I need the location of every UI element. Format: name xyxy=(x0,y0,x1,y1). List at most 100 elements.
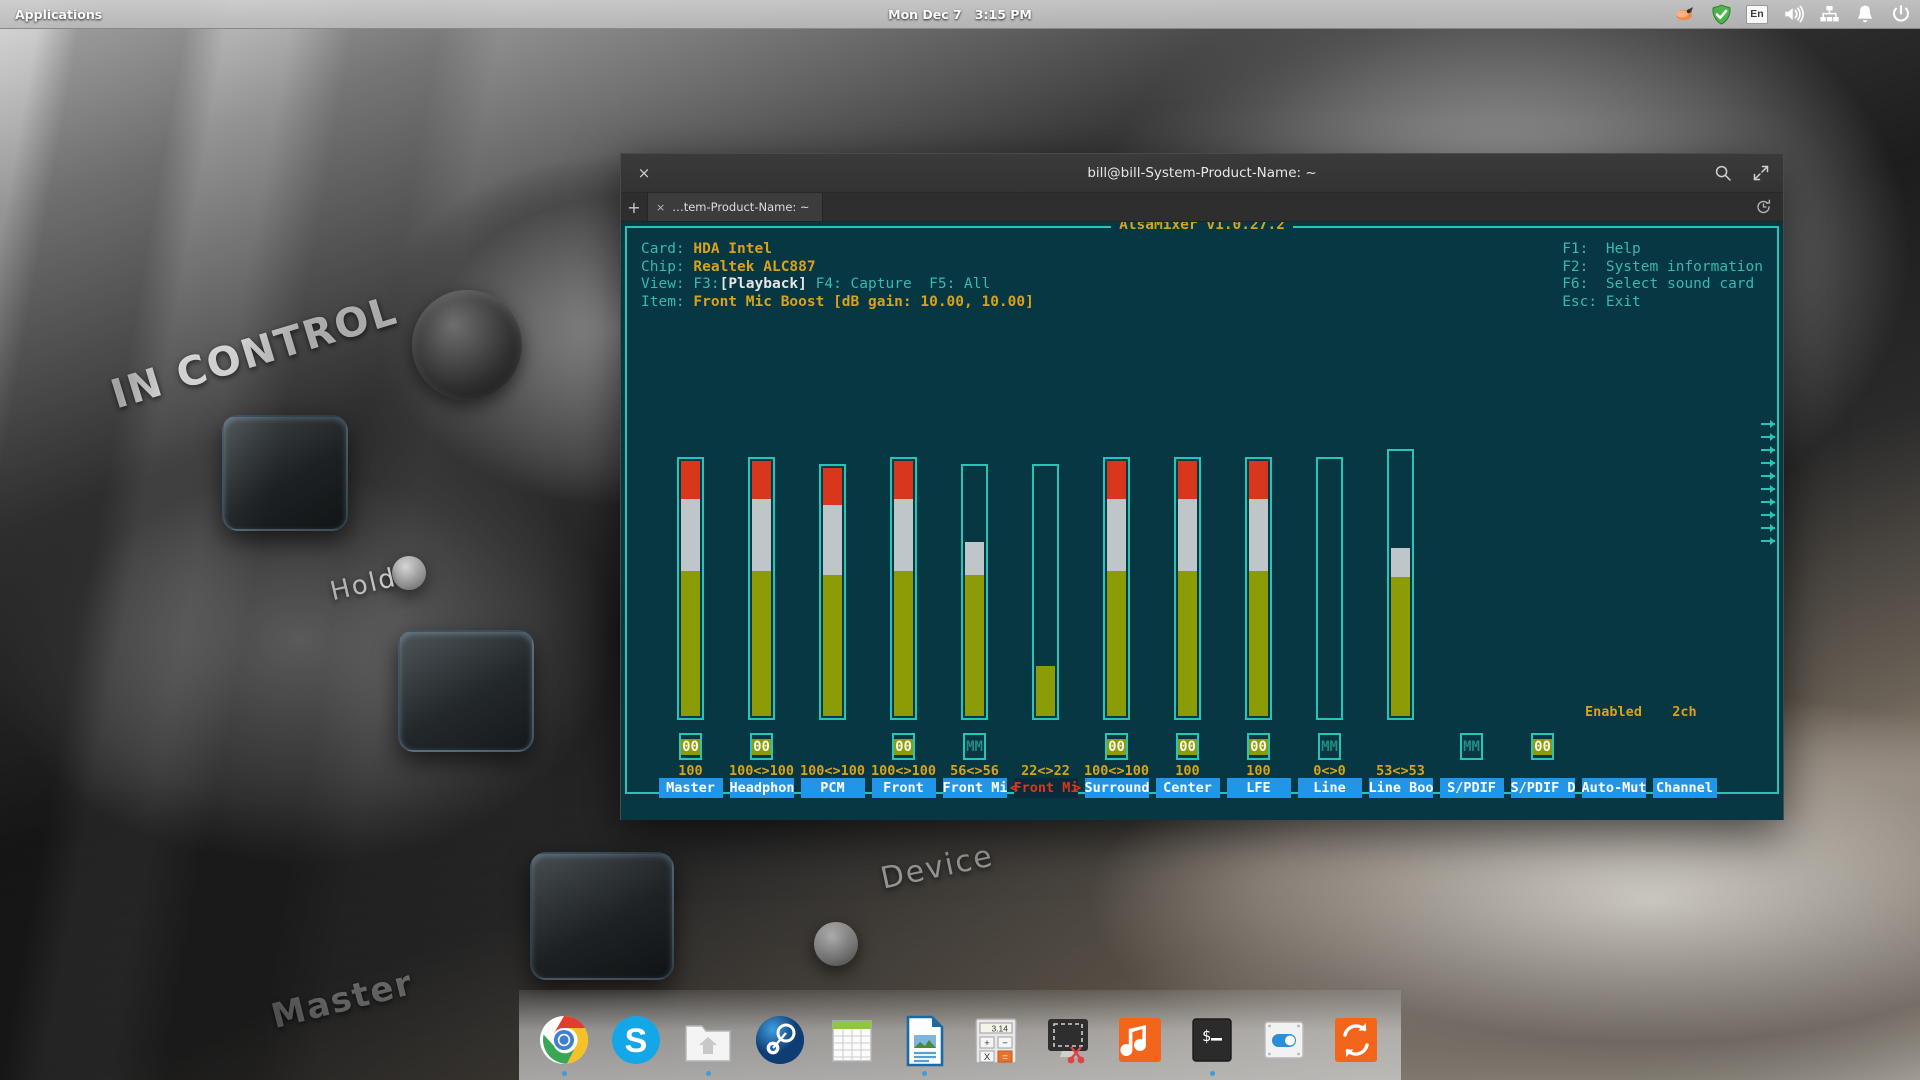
chip-value: Realtek ALC887 xyxy=(693,258,816,275)
view-f3-key[interactable]: F3: xyxy=(693,276,719,292)
unmute-indicator[interactable]: 00 xyxy=(679,733,702,760)
help-row[interactable]: F6: Select sound card xyxy=(1562,276,1763,294)
window-close-button[interactable]: × xyxy=(633,162,655,184)
network-icon[interactable] xyxy=(1818,3,1840,25)
mixer-strip[interactable]: 00 100 Center xyxy=(1152,378,1223,798)
card-key: Card: xyxy=(641,241,685,257)
dock-item-music-player[interactable] xyxy=(1109,1006,1171,1076)
volume-segment-grey xyxy=(965,542,984,575)
help-row[interactable]: F2: System information xyxy=(1562,259,1763,277)
keyboard-layout-icon[interactable]: En xyxy=(1746,4,1768,24)
volume-bar[interactable] xyxy=(1174,457,1201,720)
dock-item-chrome[interactable] xyxy=(533,1006,595,1076)
clock[interactable]: Mon Dec 7 3:15 PM xyxy=(888,7,1032,22)
volume-segment-grey xyxy=(1249,499,1268,571)
strip-label[interactable]: LFE xyxy=(1226,778,1291,798)
dock-item-terminal[interactable]: $ xyxy=(1181,1006,1243,1076)
mixer-strip[interactable]: MM 0<>0 Line xyxy=(1294,378,1365,798)
search-icon[interactable] xyxy=(1713,163,1733,183)
volume-bar[interactable] xyxy=(677,457,704,720)
tab-close-icon[interactable]: × xyxy=(656,201,665,214)
strip-label[interactable]: Master xyxy=(658,778,723,798)
mute-state-label: MM xyxy=(1321,738,1338,755)
strip-label[interactable]: Surround xyxy=(1084,778,1149,798)
view-key: View: xyxy=(641,276,685,292)
strip-label[interactable]: PCM xyxy=(800,778,865,798)
mixer-strip[interactable]: 00 100 Master xyxy=(655,378,726,798)
strip-label[interactable]: Line xyxy=(1297,778,1362,798)
mixer-strip[interactable]: 00 100<>100 Front xyxy=(868,378,939,798)
dock-item-spreadsheet[interactable] xyxy=(821,1006,883,1076)
terminal-tab[interactable]: × …tem-Product-Name: ~ xyxy=(647,193,823,221)
mixer-strip[interactable]: 00 100 LFE xyxy=(1223,378,1294,798)
strip-label[interactable]: Line Boo xyxy=(1368,778,1433,798)
unmute-indicator[interactable]: 00 xyxy=(1105,733,1128,760)
view-f5-all[interactable]: F5: All xyxy=(929,276,990,292)
unmute-indicator[interactable]: 00 xyxy=(1531,733,1554,760)
help-row[interactable]: F1: Help xyxy=(1562,241,1763,259)
strip-value: 100<>100 xyxy=(1083,763,1150,779)
mute-indicator[interactable]: MM xyxy=(1318,733,1341,760)
volume-bar[interactable] xyxy=(819,464,846,720)
fullscreen-icon[interactable] xyxy=(1751,163,1771,183)
mixer-strip[interactable]: MM 56<>56 Front Mi xyxy=(939,378,1010,798)
scale-tick xyxy=(1761,524,1775,532)
wallpaper-text-master: Master xyxy=(267,963,418,1037)
mixer-strip[interactable]: 2ch Channel xyxy=(1649,378,1720,798)
mixer-strip[interactable]: 22<>22 Front Mi < > xyxy=(1010,378,1081,798)
mixer-strip[interactable]: MM S/PDIF xyxy=(1436,378,1507,798)
strip-label[interactable]: S/PDIF xyxy=(1439,778,1504,798)
mixer-strip[interactable]: 00 100<>100 Headphon xyxy=(726,378,797,798)
mute-indicator[interactable]: MM xyxy=(963,733,986,760)
strip-label[interactable]: Headphon xyxy=(729,778,794,798)
scale-tick xyxy=(1761,420,1775,428)
strip-label[interactable]: S/PDIF D xyxy=(1510,778,1575,798)
volume-bar[interactable] xyxy=(1316,457,1343,720)
new-tab-button[interactable]: + xyxy=(621,193,647,221)
shield-check-icon[interactable] xyxy=(1710,3,1732,25)
strip-label[interactable]: Center xyxy=(1155,778,1220,798)
mute-indicator[interactable]: MM xyxy=(1460,733,1483,760)
mixer-strip[interactable]: 53<>53 Line Boo xyxy=(1365,378,1436,798)
dock-item-software-updater[interactable] xyxy=(1325,1006,1387,1076)
dock-item-steam[interactable] xyxy=(749,1006,811,1076)
volume-bar-track xyxy=(1320,461,1339,716)
volume-bar[interactable] xyxy=(1032,464,1059,720)
help-row[interactable]: Esc: Exit xyxy=(1562,294,1763,312)
strip-label[interactable]: Front Mi xyxy=(942,778,1007,798)
strip-label[interactable]: Channel xyxy=(1652,778,1717,798)
dock-item-calculator[interactable]: 3.14 + − X = xyxy=(965,1006,1027,1076)
view-f4-capture[interactable]: F4: Capture xyxy=(816,276,912,292)
top-panel: Applications Mon Dec 7 3:15 PM En xyxy=(0,0,1920,29)
unmute-indicator[interactable]: 00 xyxy=(1176,733,1199,760)
mixer-strip[interactable]: 00 100<>100 Surround xyxy=(1081,378,1152,798)
firefox-tray-icon[interactable] xyxy=(1674,3,1696,25)
strip-label[interactable]: Front xyxy=(871,778,936,798)
mixer-strip[interactable]: 100<>100 PCM xyxy=(797,378,868,798)
volume-bar[interactable] xyxy=(1245,457,1272,720)
volume-icon[interactable] xyxy=(1782,3,1804,25)
dock-item-skype[interactable]: S xyxy=(605,1006,667,1076)
volume-bar[interactable] xyxy=(1387,449,1414,720)
unmute-indicator[interactable]: 00 xyxy=(750,733,773,760)
dock-item-libreoffice-writer[interactable] xyxy=(893,1006,955,1076)
reload-icon[interactable] xyxy=(1756,199,1771,215)
volume-bar[interactable] xyxy=(1103,457,1130,720)
dock-item-screenshot[interactable] xyxy=(1037,1006,1099,1076)
power-icon[interactable] xyxy=(1890,3,1912,25)
dock-item-file-manager[interactable] xyxy=(677,1006,739,1076)
terminal-body[interactable]: AlsaMixer v1.0.27.2 Card: HDA Intel Chip… xyxy=(621,222,1783,820)
notification-bell-icon[interactable] xyxy=(1854,3,1876,25)
volume-bar[interactable] xyxy=(890,457,917,720)
mixer-strip[interactable]: Enabled Auto-Mut xyxy=(1578,378,1649,798)
mixer-strip[interactable]: 00 S/PDIF D xyxy=(1507,378,1578,798)
applications-menu-button[interactable]: Applications xyxy=(8,4,109,25)
unmute-indicator[interactable]: 00 xyxy=(892,733,915,760)
strip-label[interactable]: Auto-Mut xyxy=(1581,778,1646,798)
volume-bar[interactable] xyxy=(748,457,775,720)
strip-label[interactable]: Front Mi xyxy=(1013,778,1078,798)
alsamixer-title: AlsaMixer v1.0.27.2 xyxy=(1111,222,1293,233)
unmute-indicator[interactable]: 00 xyxy=(1247,733,1270,760)
dock-item-settings[interactable] xyxy=(1253,1006,1315,1076)
volume-bar[interactable] xyxy=(961,464,988,720)
